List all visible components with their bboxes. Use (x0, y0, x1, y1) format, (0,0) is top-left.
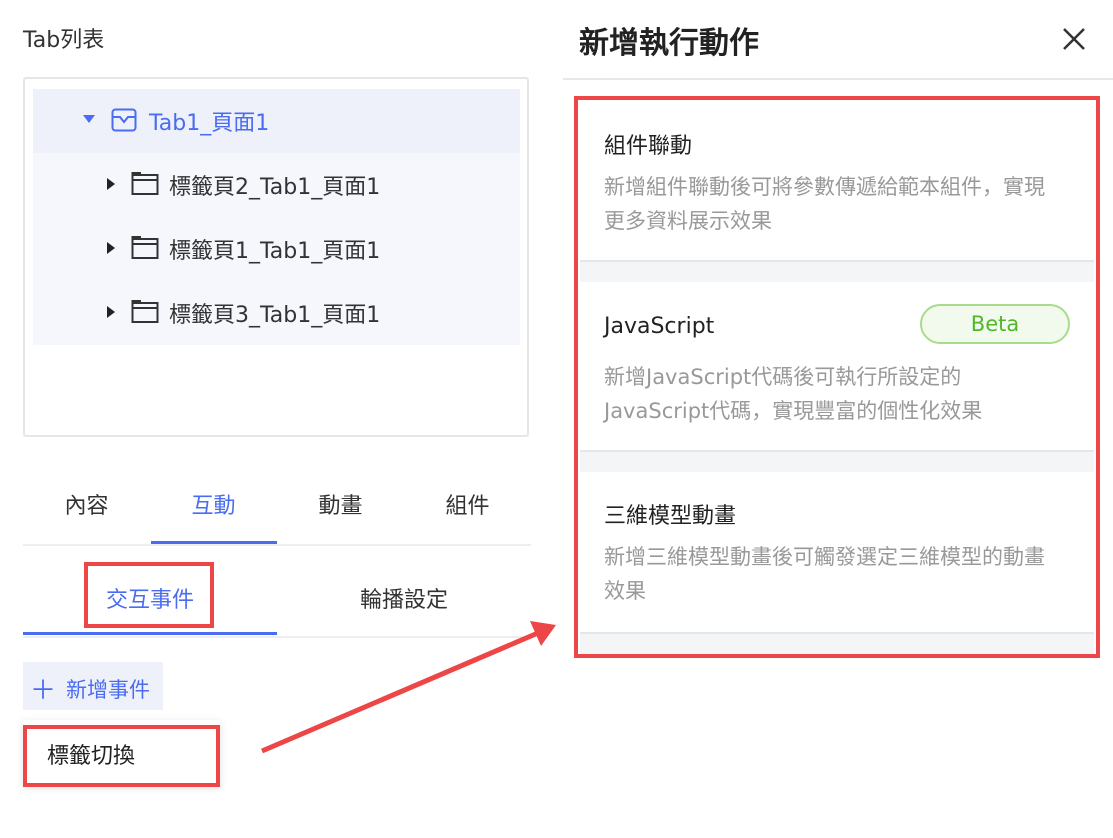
add-event-button[interactable]: ＋ 新增事件 (23, 662, 163, 710)
caret-right-icon[interactable] (107, 242, 115, 254)
tab-interaction[interactable]: 互動 (150, 488, 277, 520)
highlight-box (574, 96, 1100, 658)
tree-item-child[interactable]: 標籤頁3_Tab1_頁面1 (33, 281, 520, 345)
tree-item-root[interactable]: Tab1_頁面1 (33, 89, 520, 153)
tab-folder-icon (131, 236, 159, 259)
tree-item-child[interactable]: 標籤頁1_Tab1_頁面1 (33, 217, 520, 281)
active-tab-indicator (151, 541, 277, 544)
highlight-box (84, 562, 214, 628)
tree-item-label: Tab1_頁面1 (149, 111, 270, 136)
tree-item-label: 標籤頁3_Tab1_頁面1 (169, 303, 381, 328)
close-icon[interactable] (1060, 25, 1088, 53)
tree-item-child[interactable]: 標籤頁2_Tab1_頁面1 (33, 153, 520, 217)
add-event-label: 新增事件 (66, 678, 150, 702)
caret-right-icon[interactable] (107, 178, 115, 190)
tab-animation[interactable]: 動畫 (277, 488, 404, 520)
tab-content[interactable]: 內容 (23, 488, 150, 520)
page-icon (111, 108, 137, 132)
caret-right-icon[interactable] (107, 306, 115, 318)
panel-title: 新增執行動作 (579, 26, 759, 61)
subtab-carousel-settings[interactable]: 輪播設定 (277, 582, 531, 614)
tree-item-label: 標籤頁2_Tab1_頁面1 (169, 175, 381, 200)
tab-component[interactable]: 組件 (404, 488, 531, 520)
active-subtab-indicator (23, 632, 277, 635)
tree-item-label: 標籤頁1_Tab1_頁面1 (169, 239, 381, 264)
panel-divider (563, 78, 1113, 80)
main-tab-bar: 內容 互動 動畫 組件 (23, 470, 531, 546)
plus-icon: ＋ (30, 676, 57, 706)
tab-folder-icon (131, 172, 159, 195)
highlight-box (23, 725, 220, 787)
tab-list-title: Tab列表 (23, 28, 105, 53)
caret-down-icon[interactable] (83, 115, 95, 123)
tab-folder-icon (131, 300, 159, 323)
